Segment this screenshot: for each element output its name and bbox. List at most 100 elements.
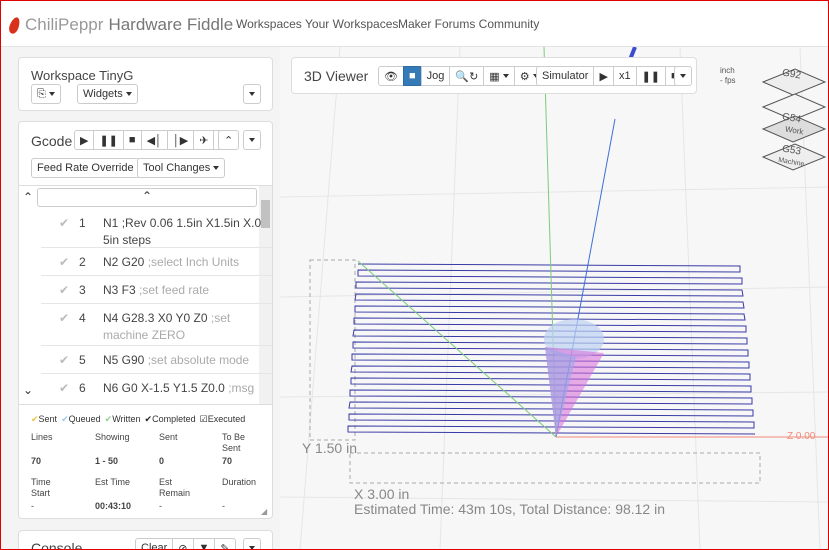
top-navbar: ChiliPeppr Hardware Fiddle Workspaces Yo…: [0, 0, 829, 47]
line-number: 5: [79, 353, 86, 367]
speed-button[interactable]: x1: [612, 66, 637, 86]
line-number: 6: [79, 381, 86, 395]
console-controls: Clear ⊘ ▼ ✎: [135, 538, 236, 550]
line-code: N4 G28.3 X0 Y0 Z0: [103, 311, 208, 325]
to-be-sent-value: 70: [222, 456, 233, 466]
gcode-line[interactable]: ✔ 2 N2 G20 ;select Inch Units: [41, 249, 272, 276]
simulator-button[interactable]: Simulator: [536, 66, 595, 86]
pause-icon[interactable]: ❚❚: [93, 130, 124, 150]
workspace-share-button[interactable]: ⎘: [31, 84, 61, 104]
grid-lines: [280, 47, 829, 550]
pause-icon[interactable]: ❚❚: [635, 66, 666, 86]
gcode-line[interactable]: ✔ 5 N5 G90 ;set absolute mode: [41, 347, 272, 374]
line-code: N6 G0 X-1.5 Y1.5 Z0.0: [103, 381, 225, 395]
nav-workspaces[interactable]: Workspaces: [236, 17, 302, 31]
line-number: 2: [79, 255, 86, 269]
gcode-line[interactable]: ✔ 4 N4 G28.3 X0 Y0 Z0 ;set machine ZERO: [41, 305, 272, 346]
zoom-icon[interactable]: 🔍↻: [449, 66, 485, 86]
widgets-button[interactable]: Widgets: [77, 84, 138, 104]
brand-hardware-fiddle: Hardware Fiddle: [108, 15, 234, 34]
fps-label: - fps: [720, 76, 736, 85]
workspace-menu-button[interactable]: [243, 84, 261, 104]
eye-icon[interactable]: 👁: [378, 66, 404, 86]
viewer-menu-button[interactable]: [674, 66, 692, 86]
line-number: 3: [79, 283, 86, 297]
est-remain-label: Est Remain: [159, 477, 191, 498]
check-icon: ✔: [59, 311, 70, 325]
simulator-controls: Simulator ▶ x1 ❚❚ ■: [536, 66, 684, 86]
3d-viewer-title: 3D Viewer: [304, 68, 369, 84]
lines-label: Lines: [31, 432, 53, 442]
console-title: Console: [31, 540, 83, 550]
grid-icon[interactable]: ▦: [483, 66, 515, 86]
filter-icon[interactable]: ▼: [192, 538, 216, 550]
showing-value: 1 - 50: [95, 456, 119, 466]
jog-button[interactable]: Jog: [420, 66, 451, 86]
console-menu-button[interactable]: [243, 538, 261, 550]
line-code: N1: [103, 216, 119, 230]
gcode-panel: Gcode ▶ ❚❚ ■ ◀│ │▶ ✈ ⚙ ⌃ Feed Rate Overr…: [18, 121, 273, 519]
check-icon: ✔: [59, 216, 70, 230]
legend-executed: ☑Executed: [199, 414, 246, 424]
camera-icon[interactable]: ■: [402, 66, 422, 86]
chevron-up-icon[interactable]: ⌃: [23, 190, 33, 204]
x-extent-box: [349, 452, 761, 484]
scene-svg: [280, 47, 829, 550]
play-icon[interactable]: ▶: [593, 66, 614, 86]
chili-pepper-icon: [7, 15, 22, 35]
legend-sent: ✔Sent: [31, 414, 58, 424]
line-code: N2 G20: [103, 255, 145, 269]
estimate-label: Estimated Time: 43m 10s, Total Distance:…: [354, 501, 666, 517]
console-panel: Console Clear ⊘ ▼ ✎: [18, 530, 273, 550]
status-legend: ✔Sent ✔Queued ✔Written ✔Completed ☑Execu…: [31, 414, 245, 425]
edit-icon[interactable]: ✎: [214, 538, 236, 550]
line-comment: ;Rev 0.06 1.5in X1.5in X.0 5in steps: [103, 216, 262, 247]
skip-back-icon[interactable]: ◀│: [140, 130, 168, 150]
time-start-value: -: [31, 501, 34, 511]
gcode-transport: ▶ ❚❚ ■ ◀│ │▶ ✈ ⚙: [74, 130, 236, 150]
gcode-line[interactable]: ✔ 3 N3 F3 ;set feed rate: [41, 277, 272, 304]
gcode-line[interactable]: ✔ 6 N6 G0 X-1.5 Y1.5 Z0.0 ;msg: [41, 375, 272, 404]
line-number: 1: [79, 216, 86, 230]
airplane-icon[interactable]: ✈: [193, 130, 215, 150]
legend-written: ✔Written: [104, 414, 141, 424]
x-dimension-label: X 3.00 in: [354, 486, 410, 502]
widgets-label: Widgets: [83, 88, 123, 100]
y-dimension-label: Y 1.50 in: [302, 440, 358, 456]
line-comment: ;select Inch Units: [147, 255, 240, 269]
sent-label: Sent: [159, 432, 178, 442]
legend-queued: ✔Queued: [61, 414, 101, 424]
check-icon: ✔: [59, 381, 70, 395]
stop-icon[interactable]: ■: [122, 130, 142, 150]
3d-viewer-canvas[interactable]: Y 1.50 in X 3.00 in Estimated Time: 43m …: [280, 47, 829, 550]
line-comment: ;msg: [228, 381, 255, 395]
gcode-list[interactable]: ⌃ ⌄ ⌃ ✔ 1 N1 ;Rev 0.06 1.5in X1.5in X.0 …: [19, 185, 272, 405]
ban-icon[interactable]: ⊘: [172, 538, 194, 550]
z-dimension-label: Z 0.00: [787, 431, 816, 442]
chevron-down-icon[interactable]: ⌄: [23, 383, 33, 397]
clear-button[interactable]: Clear: [135, 538, 174, 550]
check-icon: ✔: [59, 255, 70, 269]
scroll-up-bar[interactable]: ⌃: [37, 188, 257, 207]
gcode-menu-button[interactable]: [243, 130, 261, 150]
view-controls: 👁 ■ Jog 🔍↻ ▦ ⚙: [378, 66, 545, 86]
skip-forward-icon[interactable]: │▶: [166, 130, 195, 150]
line-code: N5 G90: [103, 353, 145, 367]
nav-your-workspaces[interactable]: Your Workspaces: [305, 17, 398, 31]
legend-completed: ✔Completed: [144, 414, 196, 424]
y-extent-box: [309, 259, 356, 441]
line-number: 4: [79, 311, 86, 325]
duration-label: Duration: [222, 477, 257, 487]
feed-rate-override-button[interactable]: Feed Rate Override: [31, 158, 140, 178]
brand-logo[interactable]: ChiliPeppr Hardware Fiddle: [7, 15, 234, 35]
chevron-up-icon[interactable]: ⌃: [218, 130, 240, 150]
tool-changes-button[interactable]: Tool Changes: [137, 158, 226, 178]
nav-maker-forums[interactable]: Maker Forums Community: [398, 17, 539, 31]
gcode-line[interactable]: ✔ 1 N1 ;Rev 0.06 1.5in X1.5in X.0 5in st…: [41, 210, 272, 248]
est-remain-value: -: [159, 501, 162, 511]
workspace-title: Workspace TinyG: [31, 68, 134, 83]
resize-handle-icon[interactable]: ◢: [261, 507, 267, 516]
play-icon[interactable]: ▶: [74, 130, 95, 150]
showing-label: Showing: [95, 432, 130, 442]
line-code: N3 F3: [103, 283, 136, 297]
